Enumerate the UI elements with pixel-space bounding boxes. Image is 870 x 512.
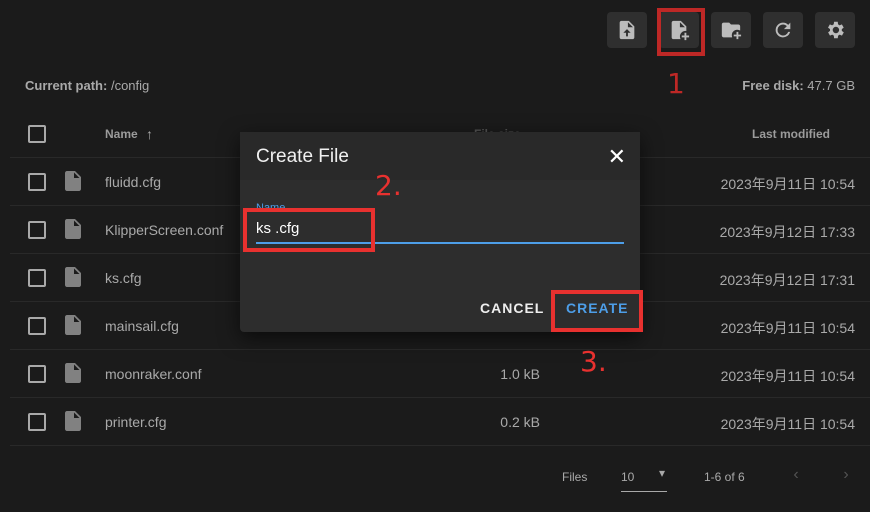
annotation-3: 3. xyxy=(580,345,607,378)
annotation-2: 2. xyxy=(375,169,402,202)
name-input[interactable]: ks .cfg xyxy=(256,216,624,244)
create-button[interactable]: CREATE xyxy=(566,300,629,316)
dialog-title: Create File xyxy=(256,146,349,167)
create-file-dialog: Create File ✕ Name ks .cfg CANCEL CREATE xyxy=(240,132,640,332)
cancel-button[interactable]: CANCEL xyxy=(480,300,544,316)
close-icon[interactable]: ✕ xyxy=(608,144,626,170)
dialog-header: Create File ✕ xyxy=(240,132,640,180)
name-field-label: Name xyxy=(256,202,286,214)
